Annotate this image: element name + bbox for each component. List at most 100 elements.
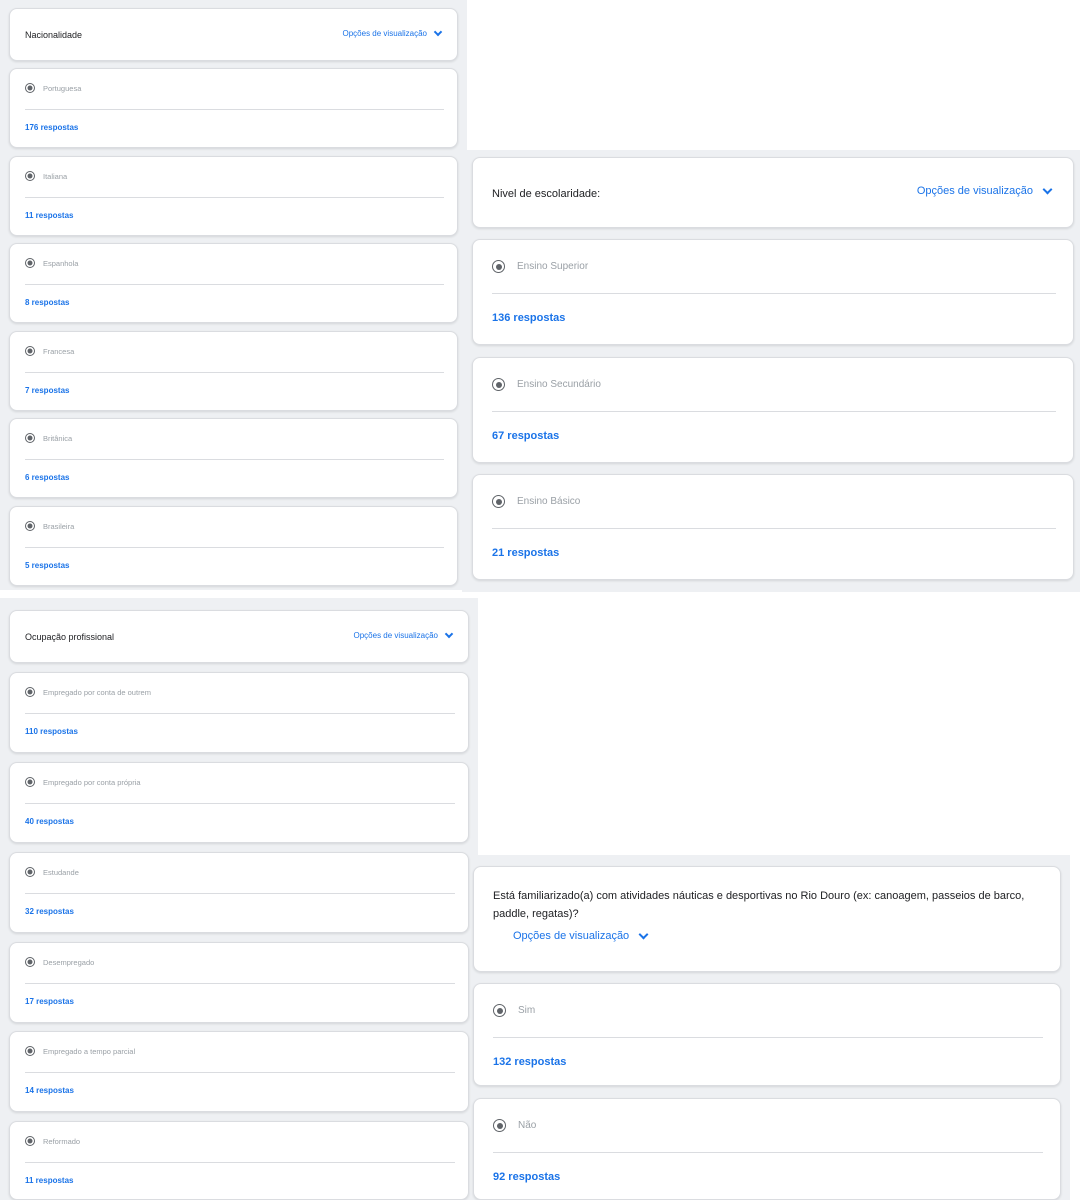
chevron-down-icon bbox=[433, 27, 443, 37]
responses-link[interactable]: 6 respostas bbox=[25, 473, 69, 482]
question-title: Está familiarizado(a) com atividades náu… bbox=[493, 890, 1025, 920]
answer-option[interactable]: Empregado por conta de outrem 110 respos… bbox=[9, 672, 469, 753]
view-options-label: Opções de visualização bbox=[513, 930, 630, 942]
option-label: Não bbox=[518, 1120, 537, 1131]
view-options-button[interactable]: Opções de visualização bbox=[342, 27, 443, 38]
view-options-label: Opções de visualização bbox=[342, 29, 428, 38]
question-title: Ocupação profissional bbox=[25, 632, 115, 642]
responses-link[interactable]: 11 respostas bbox=[25, 1176, 73, 1185]
answer-option[interactable]: Francesa 7 respostas bbox=[9, 331, 458, 411]
answer-option[interactable]: Espanhola 8 respostas bbox=[9, 243, 458, 323]
radio-icon bbox=[25, 521, 35, 531]
chevron-down-icon bbox=[1042, 184, 1053, 194]
responses-link[interactable]: 14 respostas bbox=[25, 1086, 74, 1095]
radio-icon bbox=[492, 378, 505, 391]
radio-icon bbox=[25, 1136, 35, 1146]
responses-link[interactable]: 8 respostas bbox=[25, 298, 69, 307]
responses-link[interactable]: 11 respostas bbox=[25, 211, 73, 220]
responses-link[interactable]: 7 respostas bbox=[25, 386, 69, 395]
answer-option[interactable]: Portuguesa 176 respostas bbox=[9, 68, 458, 148]
view-options-label: Opções de visualização bbox=[353, 631, 439, 640]
responses-link[interactable]: 67 respostas bbox=[492, 430, 559, 442]
divider bbox=[25, 109, 444, 110]
radio-icon bbox=[492, 260, 505, 273]
option-label: Portuguesa bbox=[43, 84, 82, 93]
radio-icon bbox=[25, 957, 35, 967]
view-options-button[interactable]: Opções de visualização bbox=[353, 629, 454, 640]
question-title: Nivel de escolaridade: bbox=[492, 188, 601, 200]
responses-link[interactable]: 17 respostas bbox=[25, 997, 74, 1006]
question-header: Nivel de escolaridade: Opções de visuali… bbox=[472, 157, 1074, 228]
divider bbox=[25, 893, 455, 894]
divider bbox=[492, 293, 1056, 294]
option-label: Britânica bbox=[43, 434, 73, 443]
responses-link[interactable]: 40 respostas bbox=[25, 817, 74, 826]
answer-option[interactable]: Britânica 6 respostas bbox=[9, 418, 458, 498]
chevron-down-icon bbox=[444, 629, 454, 639]
option-label: Italiana bbox=[43, 172, 68, 181]
divider bbox=[25, 803, 455, 804]
divider bbox=[493, 1152, 1043, 1153]
answer-option[interactable]: Italiana 11 respostas bbox=[9, 156, 458, 236]
option-label: Empregado a tempo parcial bbox=[43, 1047, 136, 1056]
option-label: Estudande bbox=[43, 868, 79, 877]
responses-link[interactable]: 136 respostas bbox=[492, 312, 565, 324]
divider bbox=[25, 983, 455, 984]
responses-link[interactable]: 132 respostas bbox=[493, 1056, 566, 1068]
radio-icon bbox=[25, 258, 35, 268]
answer-option[interactable]: Não 92 respostas bbox=[473, 1098, 1061, 1200]
radio-icon bbox=[25, 687, 35, 697]
divider bbox=[25, 372, 444, 373]
radio-icon bbox=[25, 346, 35, 356]
responses-link[interactable]: 32 respostas bbox=[25, 907, 74, 916]
answer-option[interactable]: Desempregado 17 respostas bbox=[9, 942, 469, 1023]
responses-link[interactable]: 5 respostas bbox=[25, 561, 69, 570]
responses-link[interactable]: 176 respostas bbox=[25, 123, 78, 132]
answer-option[interactable]: Empregado a tempo parcial 14 respostas bbox=[9, 1031, 469, 1112]
divider bbox=[25, 1162, 455, 1163]
option-label: Empregado por conta própria bbox=[43, 778, 141, 787]
option-label: Reformado bbox=[43, 1137, 81, 1146]
answer-option[interactable]: Ensino Secundário 67 respostas bbox=[472, 357, 1074, 463]
option-label: Desempregado bbox=[43, 958, 95, 967]
answer-option[interactable]: Brasileira 5 respostas bbox=[9, 506, 458, 586]
question-header: Nacionalidade Opções de visualização bbox=[9, 8, 458, 61]
answer-option[interactable]: Ensino Básico 21 respostas bbox=[472, 474, 1074, 580]
radio-icon bbox=[25, 171, 35, 181]
responses-link[interactable]: 110 respostas bbox=[25, 727, 78, 736]
divider bbox=[492, 411, 1056, 412]
answer-option[interactable]: Empregado por conta própria 40 respostas bbox=[9, 762, 469, 843]
chevron-down-icon bbox=[638, 929, 649, 939]
responses-link[interactable]: 92 respostas bbox=[493, 1171, 560, 1183]
option-label: Ensino Básico bbox=[517, 496, 581, 507]
view-options-button[interactable]: Opções de visualização bbox=[513, 929, 649, 942]
question-header: Ocupação profissional Opções de visualiz… bbox=[9, 610, 469, 663]
option-label: Sim bbox=[518, 1005, 536, 1016]
view-options-label: Opções de visualização bbox=[916, 185, 1033, 197]
radio-icon bbox=[25, 83, 35, 93]
divider bbox=[492, 528, 1056, 529]
answer-option[interactable]: Estudande 32 respostas bbox=[9, 852, 469, 933]
radio-icon bbox=[492, 495, 505, 508]
question-title: Nacionalidade bbox=[25, 30, 83, 40]
divider bbox=[25, 197, 444, 198]
view-options-button[interactable]: Opções de visualização bbox=[916, 184, 1053, 197]
question-header: Está familiarizado(a) com atividades náu… bbox=[473, 866, 1061, 972]
responses-link[interactable]: 21 respostas bbox=[492, 547, 559, 559]
radio-icon bbox=[25, 1046, 35, 1056]
divider bbox=[25, 1072, 455, 1073]
answer-option[interactable]: Reformado 11 respostas bbox=[9, 1121, 469, 1200]
radio-icon bbox=[25, 867, 35, 877]
radio-icon bbox=[493, 1004, 506, 1017]
option-label: Ensino Secundário bbox=[517, 379, 601, 390]
divider bbox=[25, 284, 444, 285]
radio-icon bbox=[25, 433, 35, 443]
answer-option[interactable]: Ensino Superior 136 respostas bbox=[472, 239, 1074, 345]
option-label: Brasileira bbox=[43, 522, 75, 531]
option-label: Francesa bbox=[43, 347, 75, 356]
divider bbox=[25, 547, 444, 548]
radio-icon bbox=[25, 777, 35, 787]
radio-icon bbox=[493, 1119, 506, 1132]
option-label: Empregado por conta de outrem bbox=[43, 688, 151, 697]
answer-option[interactable]: Sim 132 respostas bbox=[473, 983, 1061, 1086]
